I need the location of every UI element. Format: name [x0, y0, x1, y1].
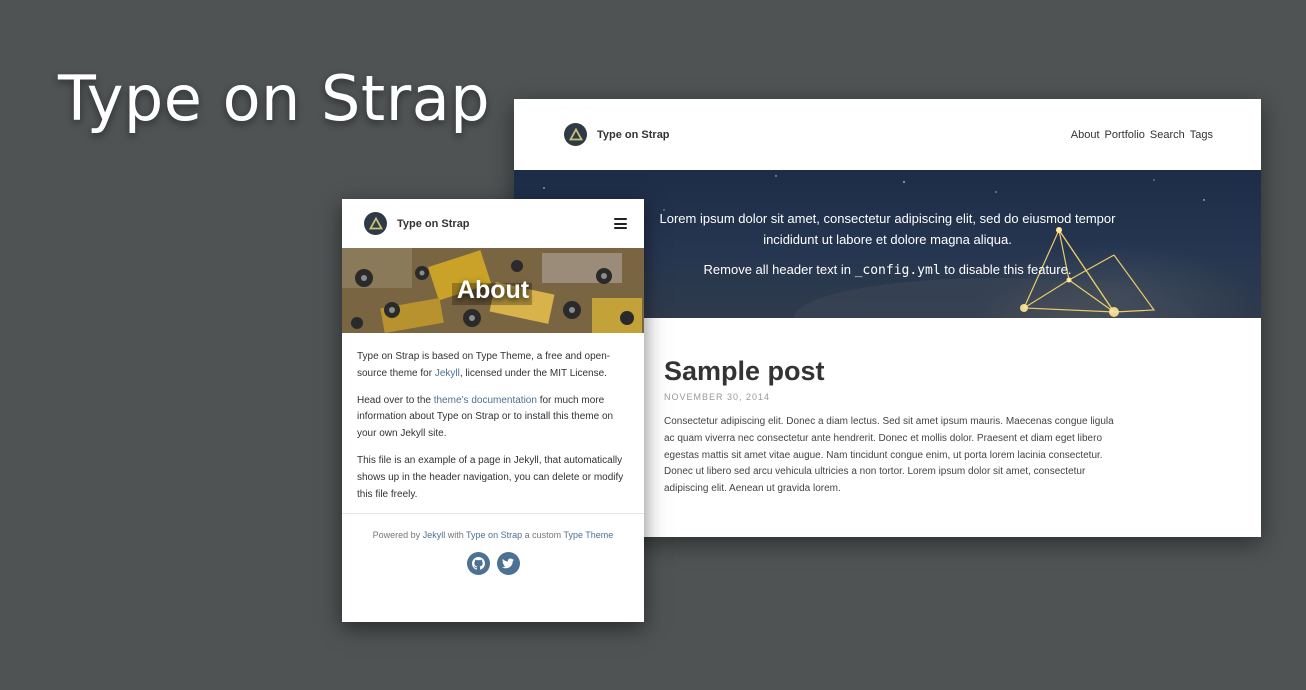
config-filename: _config.yml [854, 263, 941, 278]
powered-by-prefix: Powered by [372, 530, 423, 541]
footer-type-on-strap-link[interactable]: Type on Strap [466, 530, 522, 540]
hamburger-menu-icon[interactable] [614, 218, 627, 229]
banner-config-suffix: to disable this feature. [940, 262, 1072, 277]
nav-tags[interactable]: Tags [1190, 129, 1213, 141]
desktop-navbar: Type on Strap About Portfolio Search Tag… [514, 99, 1261, 170]
powered-by-custom: a custom [522, 530, 564, 541]
mobile-header-banner: About [342, 248, 644, 333]
powered-by: Powered by Jekyll with Type on Strap a c… [342, 530, 644, 540]
footer-jekyll-link[interactable]: Jekyll [423, 530, 446, 540]
mobile-navbar: Type on Strap [342, 199, 644, 248]
documentation-link[interactable]: theme’s documentation [434, 395, 537, 406]
nav-portfolio[interactable]: Portfolio [1105, 129, 1145, 141]
brand[interactable]: Type on Strap [564, 123, 670, 146]
desktop-menu: About Portfolio Search Tags [1071, 129, 1213, 141]
social-links [342, 552, 644, 576]
github-icon[interactable] [466, 552, 490, 576]
post-title[interactable]: Sample post [664, 356, 1111, 387]
powered-by-with: with [445, 530, 467, 541]
paragraph-3: This file is an example of a page in Jek… [357, 454, 624, 500]
page-content: Type on Strap is based on Type Theme, a … [342, 333, 644, 503]
twitter-icon[interactable] [496, 552, 520, 576]
nav-search[interactable]: Search [1150, 129, 1185, 141]
nav-about[interactable]: About [1071, 129, 1100, 141]
showcase-title: Type on Strap [58, 62, 491, 135]
page-title: About [456, 276, 530, 304]
logo-icon [364, 212, 387, 235]
mobile-preview: Type on Strap About Type on Strap is bas… [342, 199, 644, 622]
paragraph-1-text-b: , licensed under the MIT License. [459, 367, 607, 379]
post-excerpt: Consectetur adipiscing elit. Donec a dia… [664, 416, 1114, 495]
paragraph-1: Type on Strap is based on Type Theme, a … [357, 349, 629, 383]
paragraph-2: Head over to the theme’s documentation f… [357, 393, 629, 443]
post-date: NOVEMBER 30, 2014 [664, 392, 771, 402]
paragraph-2-text-a: Head over to the [357, 394, 434, 406]
footer-type-theme-link[interactable]: Type Theme [563, 530, 613, 540]
logo-icon [564, 123, 587, 146]
brand[interactable]: Type on Strap [364, 212, 470, 235]
banner-text: Lorem ipsum dolor sit amet, consectetur … [659, 211, 1116, 247]
jekyll-link[interactable]: Jekyll [435, 368, 460, 379]
brand-name: Type on Strap [597, 128, 670, 141]
brand-name: Type on Strap [397, 217, 470, 230]
banner-config-prefix: Remove all header text in [703, 262, 855, 277]
footer: Powered by Jekyll with Type on Strap a c… [342, 513, 644, 576]
